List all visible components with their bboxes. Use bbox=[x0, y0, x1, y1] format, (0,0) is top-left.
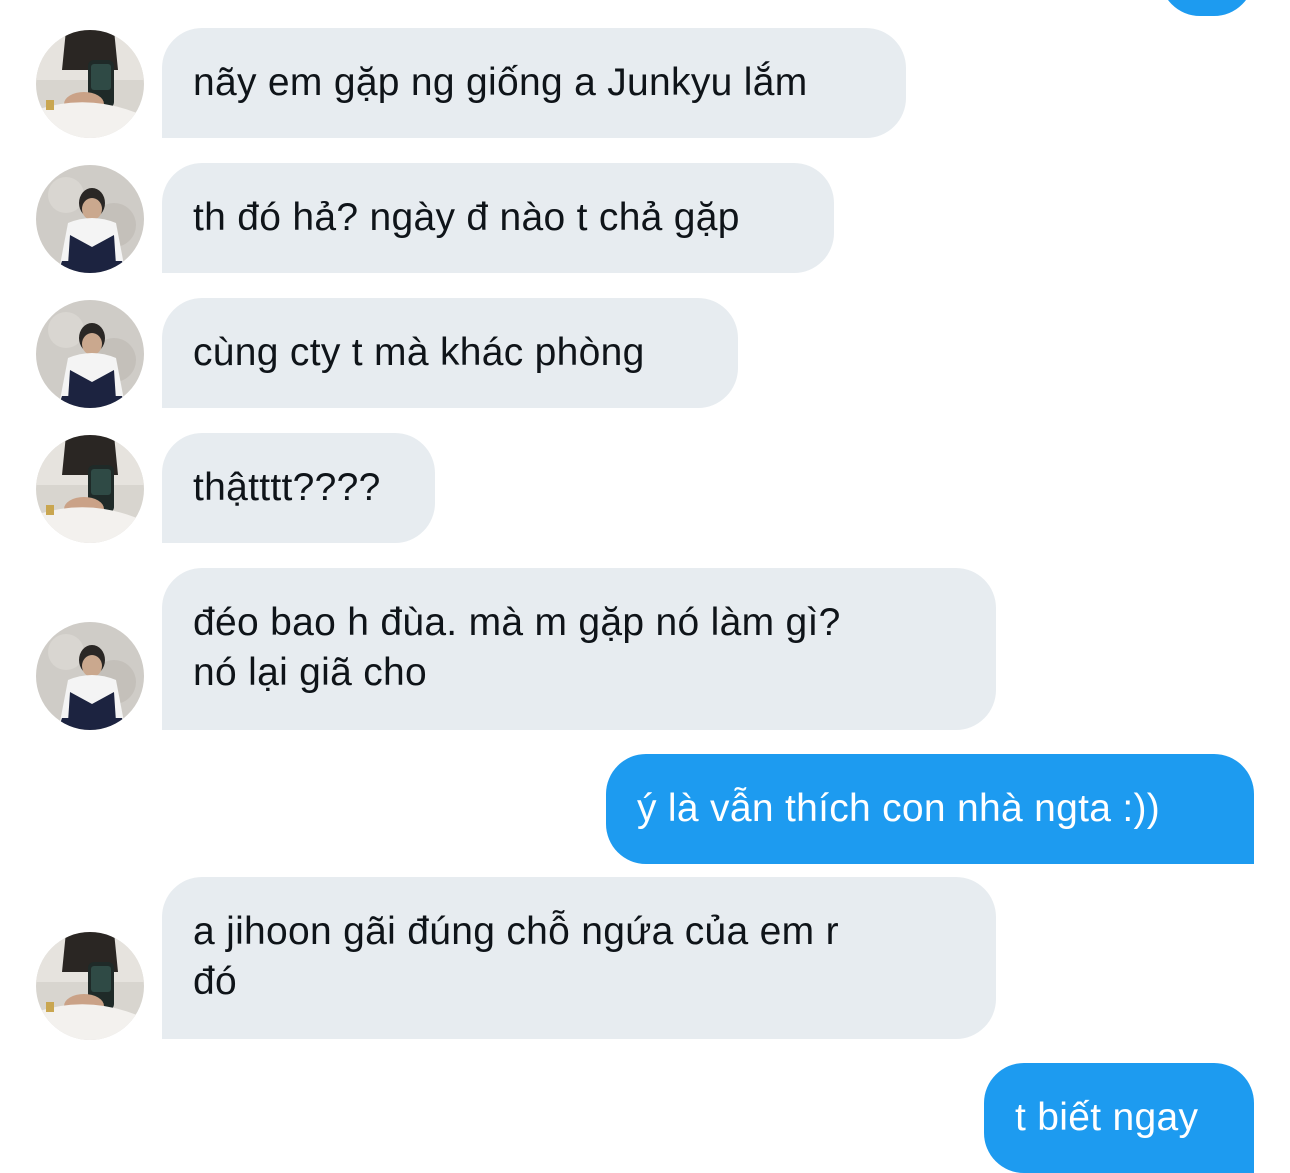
message-bubble-outgoing[interactable]: ý là vẫn thích con nhà ngta :)) bbox=[606, 754, 1254, 864]
message-text: ý là vẫn thích con nhà ngta :)) bbox=[637, 787, 1161, 830]
message-bubble-incoming[interactable]: nãy em gặp ng giống a Junkyu lắm bbox=[162, 28, 906, 138]
message-bubble-incoming[interactable]: a jihoon gãi đúng chỗ ngứa của em r đó bbox=[162, 877, 996, 1039]
message-text: th đó hả? ngày đ nào t chả gặp bbox=[193, 196, 740, 239]
message-bubble-incoming[interactable]: thậtttt???? bbox=[162, 433, 435, 543]
sitting-pose-avatar-image bbox=[36, 165, 144, 273]
mirror-selfie-avatar-image bbox=[36, 932, 144, 1040]
message-bubble-outgoing[interactable]: t biết ngay bbox=[984, 1063, 1254, 1173]
mirror-selfie-avatar[interactable] bbox=[36, 435, 144, 543]
message-bubble-incoming[interactable]: cùng cty t mà khác phòng bbox=[162, 298, 738, 408]
previous-message-bubble[interactable] bbox=[1160, 0, 1254, 16]
message-text: t biết ngay bbox=[1015, 1096, 1199, 1139]
message-text-line: đéo bao h đùa. mà m gặp nó làm gì? bbox=[193, 601, 841, 644]
sitting-pose-avatar-image bbox=[36, 622, 144, 730]
message-bubble-incoming[interactable]: đéo bao h đùa. mà m gặp nó làm gì? nó lạ… bbox=[162, 568, 996, 730]
message-text-line: đó bbox=[193, 960, 237, 1003]
conversation-thread: nãy em gặp ng giống a Junkyu lắm th đó h… bbox=[0, 0, 1290, 1173]
message-text: thậtttt???? bbox=[193, 466, 381, 509]
mirror-selfie-avatar[interactable] bbox=[36, 30, 144, 138]
sitting-pose-avatar[interactable] bbox=[36, 300, 144, 408]
message-bubble-incoming[interactable]: th đó hả? ngày đ nào t chả gặp bbox=[162, 163, 834, 273]
sitting-pose-avatar-image bbox=[36, 300, 144, 408]
sitting-pose-avatar[interactable] bbox=[36, 622, 144, 730]
mirror-selfie-avatar-image bbox=[36, 30, 144, 138]
message-text: nãy em gặp ng giống a Junkyu lắm bbox=[193, 61, 808, 104]
mirror-selfie-avatar-image bbox=[36, 435, 144, 543]
mirror-selfie-avatar[interactable] bbox=[36, 932, 144, 1040]
message-text-line: nó lại giã cho bbox=[193, 651, 428, 694]
sitting-pose-avatar[interactable] bbox=[36, 165, 144, 273]
message-text-line: a jihoon gãi đúng chỗ ngứa của em r bbox=[193, 910, 839, 953]
message-text: cùng cty t mà khác phòng bbox=[193, 331, 645, 374]
